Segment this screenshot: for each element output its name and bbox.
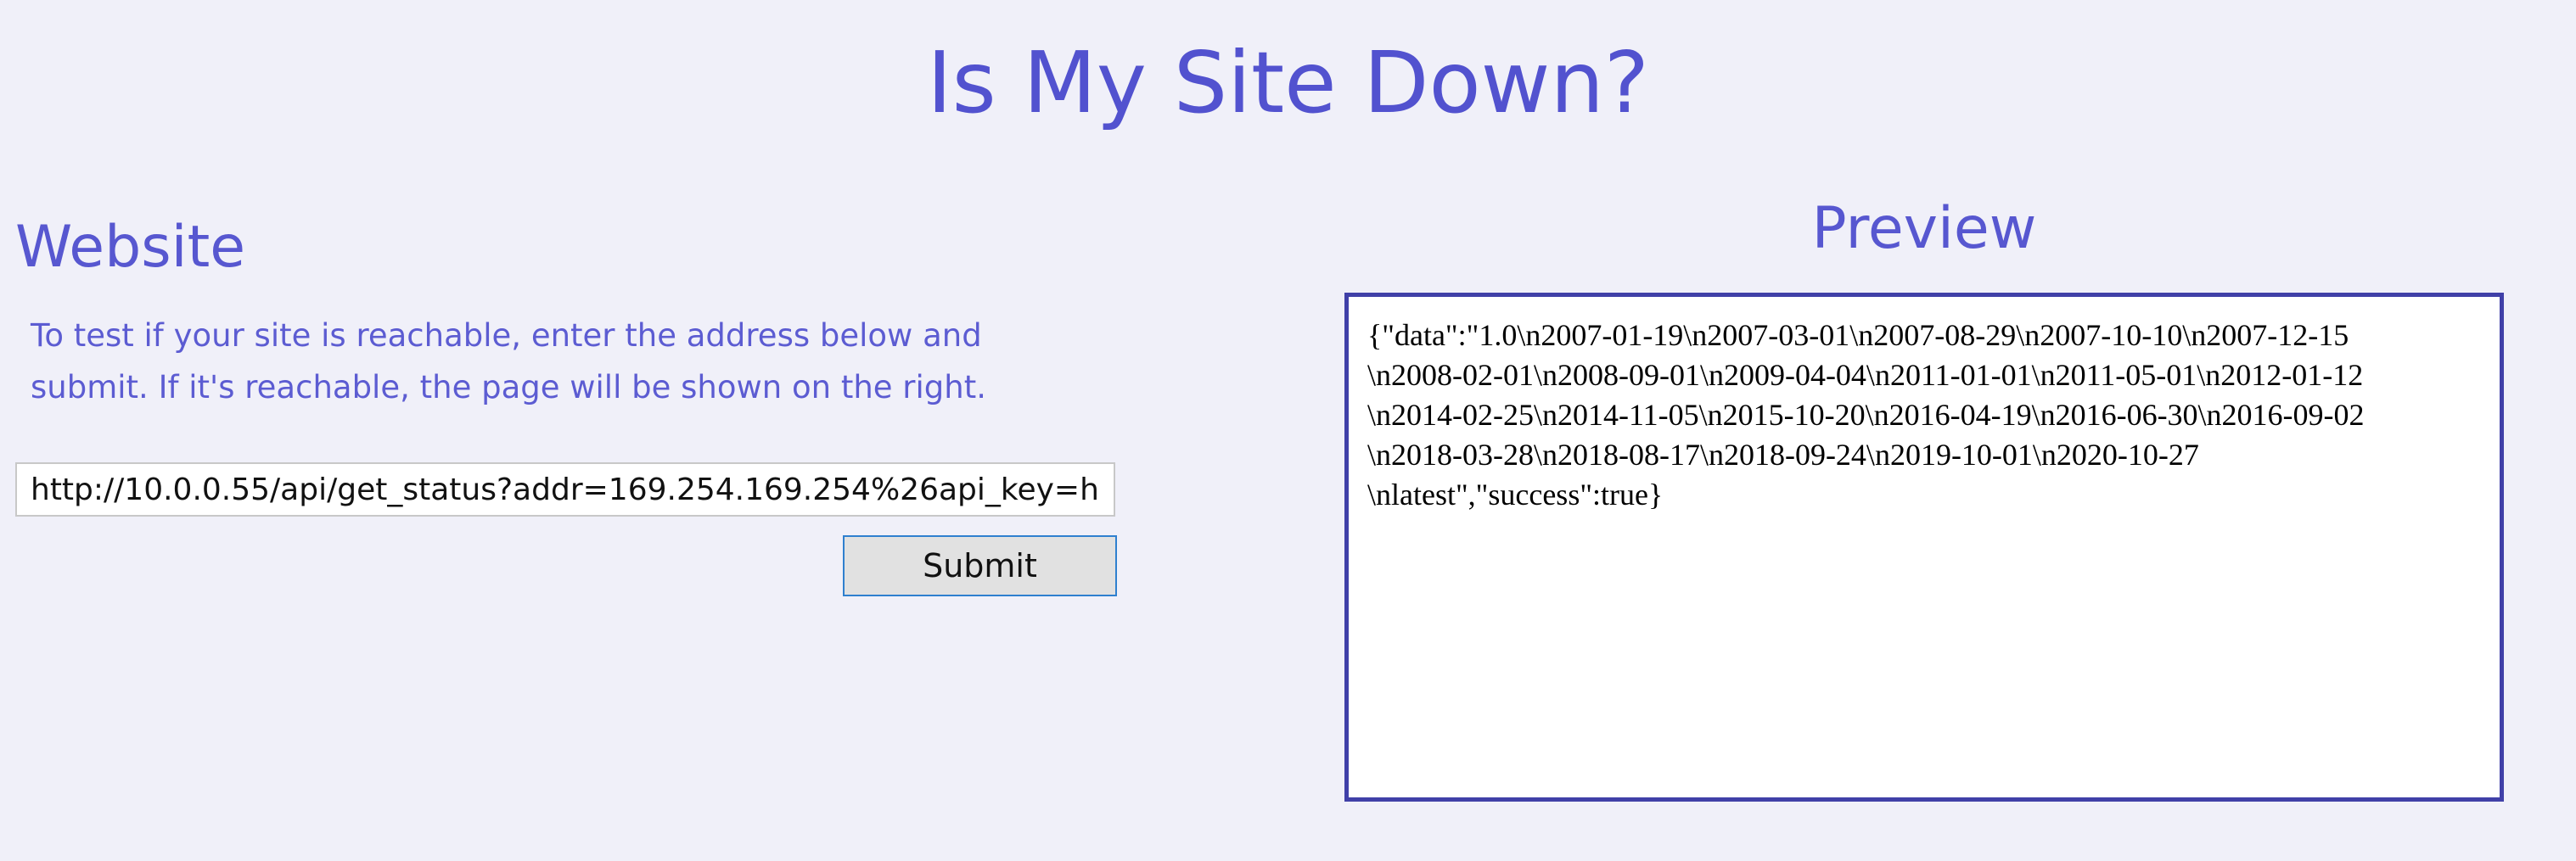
instructions-text: To test if your site is reachable, enter…	[31, 317, 987, 405]
preview-heading: Preview	[1811, 195, 2037, 262]
preview-frame[interactable]: {"data":"1.0\n2007-01-19\n2007-03-01\n20…	[1344, 293, 2504, 802]
submit-button[interactable]: Submit	[843, 535, 1117, 596]
url-input[interactable]	[15, 462, 1115, 517]
preview-content: {"data":"1.0\n2007-01-19\n2007-03-01\n20…	[1367, 318, 2365, 512]
page-title: Is My Site Down?	[927, 33, 1649, 132]
website-heading: Website	[15, 214, 246, 281]
